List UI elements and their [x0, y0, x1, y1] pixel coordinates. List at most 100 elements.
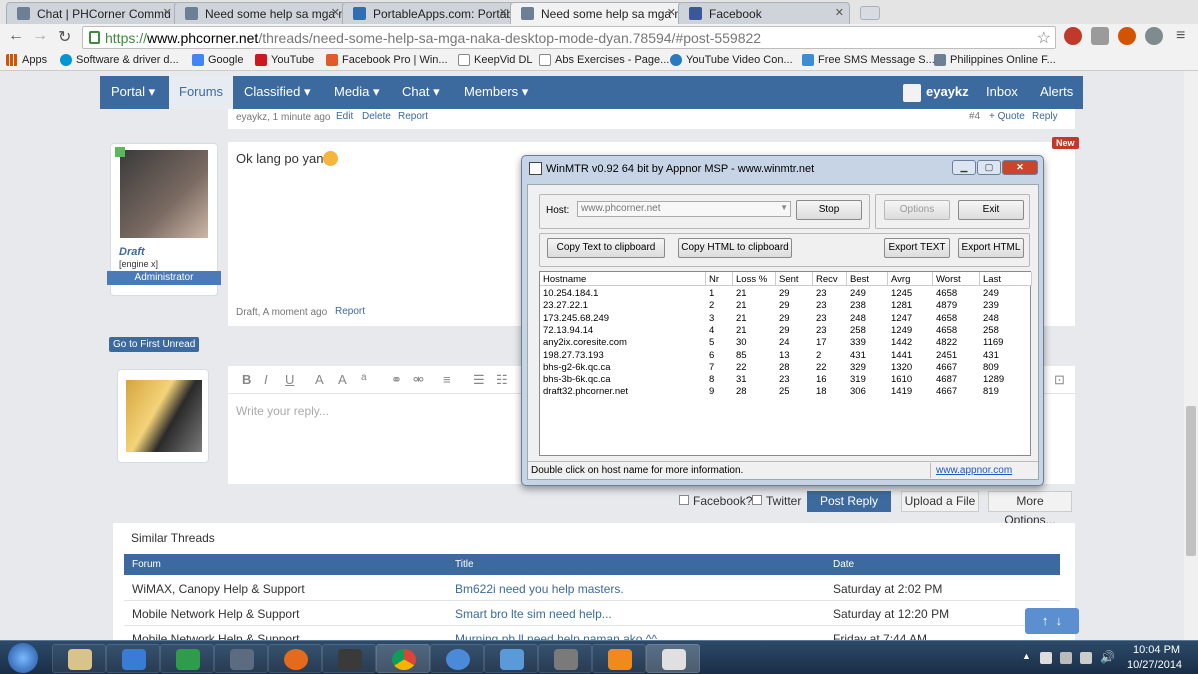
taskbar-app[interactable] — [538, 644, 592, 673]
menu-icon[interactable]: ≡ — [1176, 27, 1185, 45]
user-avatar-icon[interactable] — [903, 84, 921, 102]
hostname-cell[interactable]: 173.245.68.249 — [540, 313, 609, 325]
start-button[interactable] — [8, 643, 38, 673]
show-hidden-icons[interactable]: ▲ — [1022, 651, 1031, 661]
browser-tab[interactable]: PortableApps.com: Portab ✕ — [342, 2, 514, 24]
bookmark-star-icon[interactable]: ☆ — [1037, 28, 1051, 48]
extension-icon[interactable] — [1145, 27, 1163, 45]
nav-portal[interactable]: Portal ▾ — [111, 84, 155, 100]
column-header[interactable]: Recv — [813, 272, 847, 286]
nav-media[interactable]: Media ▾ — [334, 84, 380, 100]
nav-alerts[interactable]: Alerts — [1040, 84, 1073, 99]
nav-classified[interactable]: Classified ▾ — [244, 84, 311, 100]
unlink-icon[interactable]: ⚮ — [413, 372, 424, 388]
avatar[interactable] — [120, 150, 208, 238]
clock-time[interactable]: 10:04 PM — [1133, 644, 1180, 656]
flag-icon[interactable] — [1040, 652, 1052, 664]
edit-link[interactable]: Edit — [336, 111, 353, 122]
clock-date[interactable]: 10/27/2014 — [1127, 659, 1182, 671]
page-scrollbar[interactable] — [1184, 71, 1198, 640]
hostname-cell[interactable]: 23.27.22.1 — [540, 300, 588, 312]
bookmark-item[interactable]: Google — [192, 54, 243, 66]
post-reply-button[interactable]: Post Reply — [807, 491, 891, 512]
scroll-buttons[interactable]: ↑ ↓ — [1025, 608, 1079, 634]
browser-tab-active[interactable]: Need some help sa mga n ✕ — [510, 2, 682, 24]
taskbar-firefox[interactable] — [268, 644, 322, 673]
copy-html-button[interactable]: Copy HTML to clipboard — [678, 238, 792, 258]
thread-title-link[interactable]: Bm622i need you help masters. — [455, 582, 624, 596]
taskbar-winmtr[interactable] — [646, 644, 700, 673]
browser-tab[interactable]: Facebook ✕ — [678, 2, 850, 24]
post-number[interactable]: #4 — [969, 111, 980, 122]
scroll-up-icon[interactable]: ↑ — [1042, 613, 1049, 628]
column-header[interactable]: Best — [847, 272, 888, 286]
twitter-checkbox[interactable] — [752, 495, 762, 505]
export-text-button[interactable]: Export TEXT — [884, 238, 950, 258]
column-header[interactable]: Worst — [933, 272, 980, 286]
quote-link[interactable]: + Quote — [989, 111, 1025, 122]
taskbar-chrome[interactable] — [376, 644, 430, 673]
delete-link[interactable]: Delete — [362, 111, 391, 122]
column-header[interactable]: Sent — [776, 272, 813, 286]
bookmark-item[interactable]: Free SMS Message S... — [802, 54, 935, 66]
hostname-cell[interactable]: bhs-3b-6k.qc.ca — [540, 374, 611, 386]
report-link[interactable]: Report — [335, 306, 365, 317]
hostname-cell[interactable]: 10.254.184.1 — [540, 288, 598, 300]
close-tab-icon[interactable]: ✕ — [835, 6, 844, 19]
more-options-button[interactable]: More Options... — [988, 491, 1072, 527]
new-tab-button[interactable] — [860, 6, 880, 20]
close-tab-icon[interactable]: ✕ — [667, 6, 676, 19]
hostname-cell[interactable]: 198.27.73.193 — [540, 350, 604, 362]
column-header[interactable]: Loss % — [733, 272, 776, 286]
extension-icon[interactable] — [1118, 27, 1136, 45]
reply-link[interactable]: Reply — [1032, 111, 1058, 122]
browser-tab[interactable]: Chat | PHCorner Commu ✕ — [6, 2, 178, 24]
bookmark-apps[interactable]: Apps — [6, 54, 47, 66]
hostname-cell[interactable]: bhs-g2-6k.qc.ca — [540, 362, 611, 374]
close-tab-icon[interactable]: ✕ — [163, 6, 172, 19]
host-combobox[interactable]: www.phcorner.net ▼ — [577, 201, 791, 217]
nav-forums[interactable]: Forums — [169, 76, 234, 109]
link-icon[interactable]: ⚭ — [391, 372, 402, 388]
toggle-editor-icon[interactable]: ⊡ — [1054, 372, 1065, 388]
close-tab-icon[interactable]: ✕ — [331, 6, 340, 19]
bold-icon[interactable]: B — [242, 372, 251, 387]
facebook-checkbox[interactable] — [679, 495, 689, 505]
column-header[interactable]: Hostname — [540, 272, 706, 286]
bookmark-item[interactable]: Philippines Online F... — [934, 54, 1056, 66]
hostname-cell[interactable]: 72.13.94.14 — [540, 325, 593, 337]
network-tray-icon[interactable] — [1080, 652, 1092, 664]
taskbar-explorer[interactable] — [52, 644, 106, 673]
nav-chat[interactable]: Chat ▾ — [402, 84, 440, 100]
hostname-cell[interactable]: draft32.phcorner.net — [540, 386, 628, 398]
bookmark-item[interactable]: YouTube Video Con... — [670, 54, 793, 66]
exit-button[interactable]: Exit — [958, 200, 1024, 220]
bookmark-item[interactable]: Facebook Pro | Win... — [326, 54, 448, 66]
thread-title-link[interactable]: Smart bro lte sim need help... — [455, 607, 612, 621]
bookmark-item[interactable]: KeepVid DL — [458, 54, 533, 66]
underline-icon[interactable]: U — [285, 372, 294, 387]
maximize-icon[interactable]: ▢ — [977, 160, 1001, 175]
forward-arrow-icon[interactable]: → — [32, 27, 48, 45]
hostname-cell[interactable]: any2ix.coresite.com — [540, 337, 627, 349]
close-icon[interactable]: ✕ — [1002, 160, 1038, 175]
font-family-icon[interactable]: a — [361, 372, 367, 383]
bookmark-item[interactable]: Abs Exercises - Page... — [539, 54, 669, 66]
taskbar-app[interactable] — [430, 644, 484, 673]
nav-members[interactable]: Members ▾ — [464, 84, 528, 100]
options-button[interactable]: Options — [884, 200, 950, 220]
taskbar-app[interactable] — [160, 644, 214, 673]
post-username[interactable]: Draft — [119, 246, 145, 258]
nav-inbox[interactable]: Inbox — [986, 84, 1018, 99]
taskbar-app[interactable] — [322, 644, 376, 673]
taskbar-vlc[interactable] — [592, 644, 646, 673]
appnor-link[interactable]: www.appnor.com — [930, 463, 1012, 478]
bookmark-item[interactable]: Software & driver d... — [60, 54, 179, 66]
taskbar-app[interactable] — [484, 644, 538, 673]
font-color-icon[interactable]: A — [315, 372, 324, 387]
address-bar[interactable]: https://www.phcorner.net/threads/need-so… — [82, 26, 1056, 49]
copy-text-button[interactable]: Copy Text to clipboard — [547, 238, 665, 258]
adblock-plus-icon[interactable] — [1064, 27, 1082, 45]
upload-file-button[interactable]: Upload a File — [901, 491, 979, 512]
export-html-button[interactable]: Export HTML — [958, 238, 1024, 258]
